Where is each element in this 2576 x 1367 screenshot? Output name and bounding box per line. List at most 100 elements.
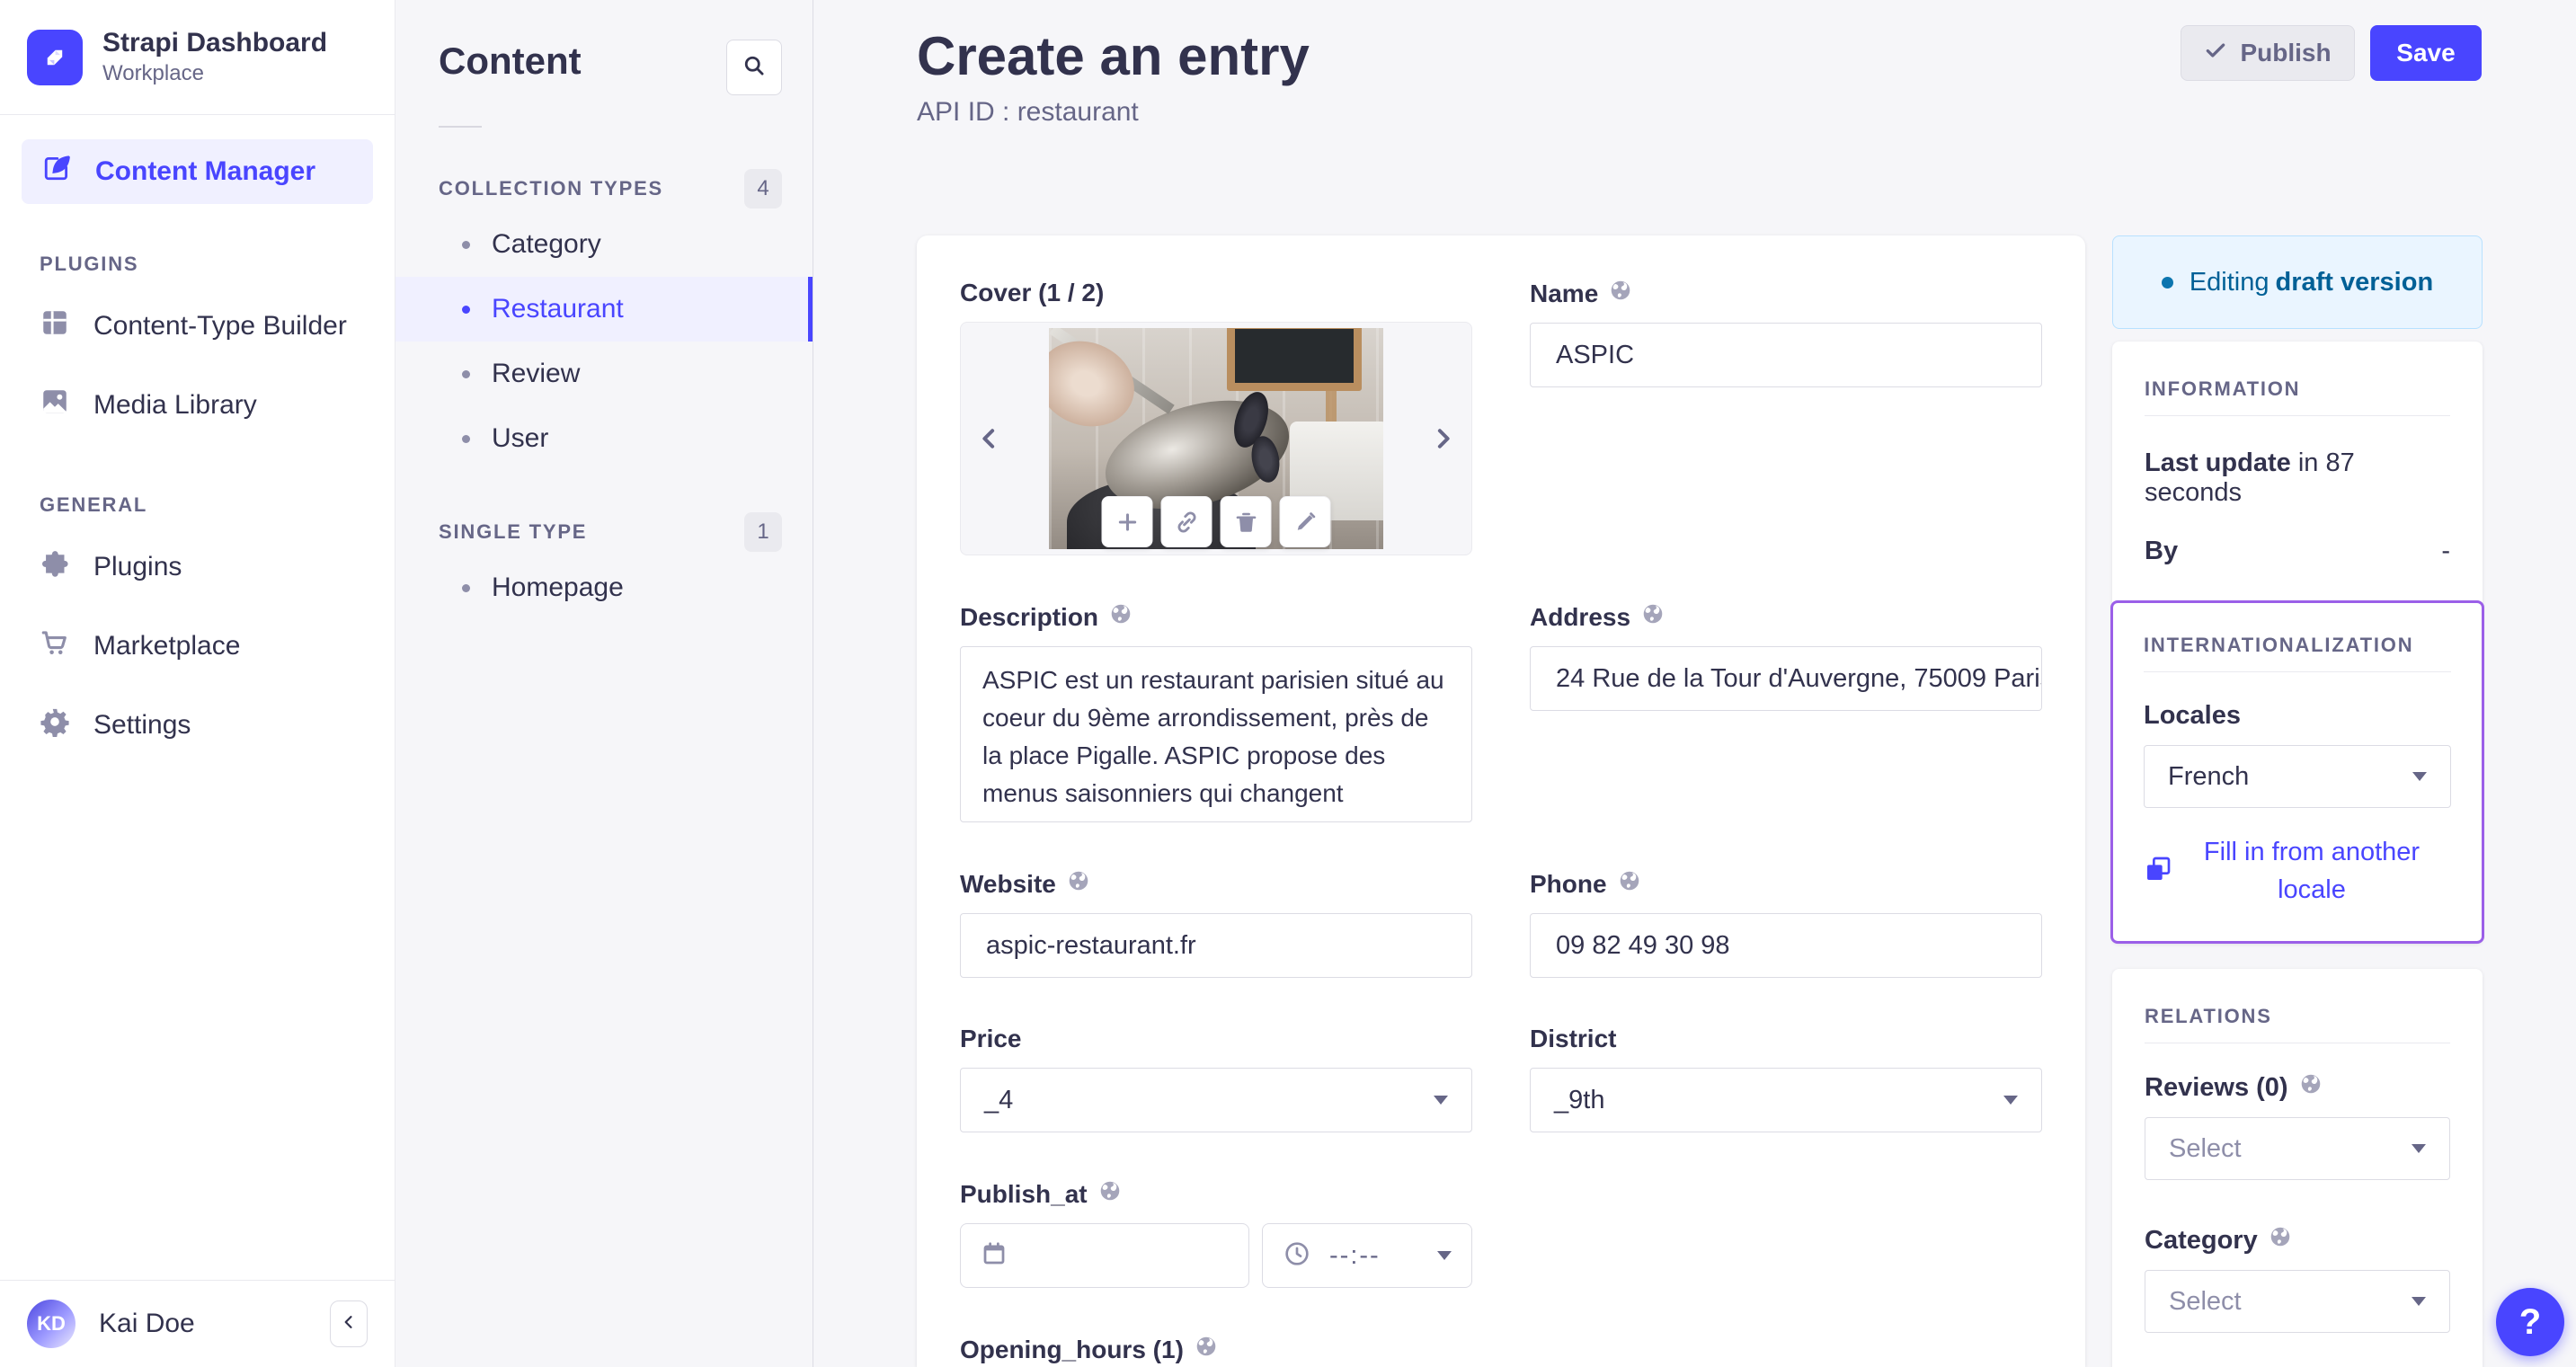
publish-at-time-input[interactable]: --:-- bbox=[1262, 1223, 1472, 1288]
globe-icon bbox=[1195, 1335, 1218, 1364]
price-select-value: _4 bbox=[984, 1085, 1014, 1114]
sidebar-item-label: Marketplace bbox=[93, 631, 241, 661]
sidebar-section-general: GENERAL bbox=[40, 493, 148, 516]
help-button[interactable]: ? bbox=[2496, 1288, 2564, 1356]
puzzle-icon bbox=[40, 548, 70, 586]
layout-builder-icon bbox=[40, 307, 70, 345]
address-input[interactable]: 24 Rue de la Tour d'Auvergne, 75009 Pari… bbox=[1530, 646, 2042, 711]
information-title: INFORMATION bbox=[2145, 377, 2301, 400]
description-field-label: Description bbox=[960, 602, 1099, 631]
chevron-down-icon bbox=[2412, 1144, 2426, 1153]
header-actions: Publish Save bbox=[2181, 25, 2482, 81]
price-field-label: Price bbox=[960, 1025, 1022, 1052]
sidebar-item-label: Content-Type Builder bbox=[93, 311, 347, 341]
price-select[interactable]: _4 bbox=[960, 1068, 1472, 1132]
user-bar: KD Kai Doe bbox=[0, 1280, 395, 1367]
collection-types-list: Category Restaurant Review User bbox=[395, 212, 813, 471]
content-subnav: Content COLLECTION TYPES 4 Category Rest… bbox=[395, 0, 813, 1367]
internationalization-section: INTERNATIONALIZATION Locales French Fill… bbox=[2110, 600, 2484, 944]
content-type-label: Review bbox=[492, 359, 581, 388]
carousel-next-button[interactable] bbox=[1426, 422, 1459, 455]
locales-label: Locales bbox=[2144, 701, 2241, 730]
sidebar-item-label: Plugins bbox=[93, 552, 182, 581]
avatar[interactable]: KD bbox=[27, 1300, 76, 1348]
sidebar-item-marketplace[interactable]: Marketplace bbox=[0, 607, 395, 686]
content-type-item-review[interactable]: Review bbox=[395, 342, 813, 406]
sidebar-section-plugins: PLUGINS bbox=[40, 253, 139, 275]
name-field-label: Name bbox=[1530, 279, 1599, 307]
single-type-label: SINGLE TYPE bbox=[439, 520, 588, 543]
cover-media-carousel bbox=[960, 322, 1472, 555]
locale-select[interactable]: French bbox=[2144, 745, 2451, 808]
sidebar-item-media-library[interactable]: Media Library bbox=[0, 366, 395, 445]
phone-field-label: Phone bbox=[1530, 869, 1607, 898]
chevron-left-icon bbox=[340, 1313, 358, 1336]
fill-from-locale-link[interactable]: Fill in from another locale bbox=[2144, 833, 2451, 909]
clock-icon bbox=[1283, 1239, 1311, 1273]
bullet-icon bbox=[462, 240, 470, 249]
globe-icon bbox=[2299, 1072, 2323, 1103]
search-icon bbox=[742, 53, 767, 83]
single-type-count-badge: 1 bbox=[744, 512, 782, 552]
single-type-list: Homepage bbox=[395, 555, 813, 620]
status-dot-icon bbox=[2161, 276, 2173, 288]
information-card: INFORMATION Last update in 87 seconds By… bbox=[2110, 342, 2484, 944]
category-select-placeholder: Select bbox=[2169, 1286, 2242, 1316]
reviews-field-label: Reviews (0) bbox=[2145, 1072, 2288, 1102]
content-type-item-user[interactable]: User bbox=[395, 406, 813, 471]
copy-link-button[interactable] bbox=[1160, 496, 1212, 547]
globe-icon bbox=[1109, 602, 1133, 632]
category-select[interactable]: Select bbox=[2145, 1270, 2450, 1333]
app-root: Strapi Dashboard Workplace Content Manag… bbox=[0, 0, 2576, 1367]
edit-media-button[interactable] bbox=[1279, 496, 1331, 547]
bullet-icon bbox=[462, 434, 470, 443]
by-row: By - bbox=[2145, 537, 2450, 565]
phone-input[interactable]: 09 82 49 30 98 bbox=[1530, 913, 2042, 978]
opening-hours-field-label: Opening_hours (1) bbox=[960, 1335, 1184, 1363]
sidebar-item-content-type-builder[interactable]: Content-Type Builder bbox=[0, 287, 395, 366]
collapse-sidebar-button[interactable] bbox=[330, 1300, 368, 1347]
sidebar-item-label: Media Library bbox=[93, 390, 257, 420]
chevron-down-icon bbox=[2003, 1096, 2018, 1105]
content-type-item-restaurant[interactable]: Restaurant bbox=[395, 277, 813, 342]
cover-field-label: Cover (1 / 2) bbox=[960, 279, 1105, 306]
publish-at-date-input[interactable] bbox=[960, 1223, 1249, 1288]
reviews-select[interactable]: Select bbox=[2145, 1117, 2450, 1180]
workspace-header[interactable]: Strapi Dashboard Workplace bbox=[0, 0, 395, 115]
district-select-value: _9th bbox=[1554, 1085, 1605, 1114]
carousel-prev-button[interactable] bbox=[973, 422, 1006, 455]
add-media-button[interactable] bbox=[1101, 496, 1153, 547]
name-input[interactable]: ASPIC bbox=[1530, 323, 2042, 387]
sidebar-item-content-manager[interactable]: Content Manager bbox=[22, 139, 373, 204]
cart-icon bbox=[40, 627, 70, 665]
time-placeholder: --:-- bbox=[1329, 1240, 1381, 1270]
sidebar-item-plugins[interactable]: Plugins bbox=[0, 528, 395, 607]
page-title: Create an entry bbox=[917, 26, 1310, 86]
divider bbox=[2144, 671, 2451, 672]
globe-icon bbox=[1098, 1179, 1122, 1209]
delete-media-button[interactable] bbox=[1220, 496, 1272, 547]
district-select[interactable]: _9th bbox=[1530, 1068, 2042, 1132]
category-field-label: Category bbox=[2145, 1225, 2258, 1255]
content-type-item-homepage[interactable]: Homepage bbox=[395, 555, 813, 620]
api-id-subtitle: API ID : restaurant bbox=[917, 97, 1139, 127]
locale-select-value: French bbox=[2168, 761, 2250, 791]
workspace-label: Workplace bbox=[102, 61, 204, 85]
search-button[interactable] bbox=[726, 40, 782, 95]
relations-card: RELATIONS Reviews (0) Select Category Se… bbox=[2112, 969, 2483, 1367]
copy-icon bbox=[2144, 855, 2172, 888]
description-textarea[interactable]: ASPIC est un restaurant parisien situé a… bbox=[960, 646, 1472, 822]
entry-side-panel: Editing draft version INFORMATION Last up… bbox=[2110, 235, 2484, 1367]
globe-icon bbox=[2269, 1225, 2292, 1256]
draft-status-text: Editing draft version bbox=[2189, 267, 2434, 297]
globe-icon bbox=[1618, 869, 1641, 899]
media-actions-toolbar bbox=[1101, 496, 1331, 547]
website-input[interactable]: aspic-restaurant.fr bbox=[960, 913, 1472, 978]
divider bbox=[2145, 415, 2450, 416]
sidebar-item-settings[interactable]: Settings bbox=[0, 686, 395, 765]
save-button[interactable]: Save bbox=[2370, 25, 2482, 81]
content-nav-title: Content bbox=[439, 40, 582, 82]
content-type-item-category[interactable]: Category bbox=[395, 212, 813, 277]
divider bbox=[439, 126, 482, 128]
publish-button[interactable]: Publish bbox=[2181, 25, 2355, 81]
